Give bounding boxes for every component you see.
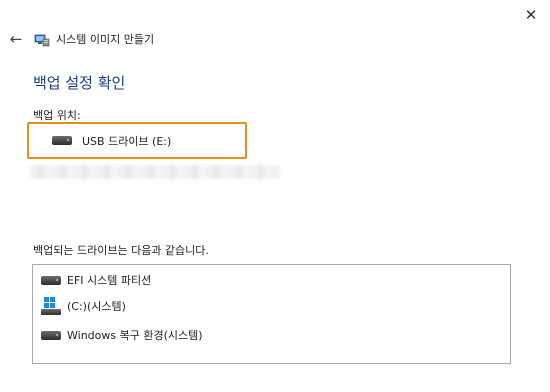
back-button[interactable]: ← <box>2 26 30 52</box>
drives-list-label: 백업되는 드라이브는 다음과 같습니다. <box>33 244 209 257</box>
list-item[interactable]: Windows 복구 환경(시스템) <box>41 325 203 345</box>
drive-icon <box>41 330 61 340</box>
close-button[interactable]: ✕ <box>518 4 544 26</box>
list-item[interactable]: (C:)(시스템) <box>41 296 126 316</box>
close-icon: ✕ <box>524 6 538 24</box>
system-image-app-icon <box>34 34 50 47</box>
list-item-label: EFI 시스템 파티션 <box>67 274 152 287</box>
backup-location-value: USB 드라이브 (E:) <box>82 134 172 148</box>
windows-drive-icon <box>41 297 61 315</box>
drives-list[interactable]: EFI 시스템 파티션 (C:)(시스템) Windows 복구 환경(시스템) <box>32 264 511 364</box>
title-bar: ← 시스템 이미지 만들기 <box>0 26 550 52</box>
backup-location-box: USB 드라이브 (E:) <box>27 122 247 159</box>
blurred-info-text <box>30 165 280 179</box>
drive-icon <box>41 275 61 285</box>
back-arrow-icon: ← <box>9 30 23 48</box>
backup-location-label: 백업 위치: <box>33 109 81 122</box>
list-item-label: Windows 복구 환경(시스템) <box>67 329 203 342</box>
window-title: 시스템 이미지 만들기 <box>56 33 155 46</box>
usb-drive-icon <box>52 136 72 145</box>
list-item[interactable]: EFI 시스템 파티션 <box>41 270 151 290</box>
page-heading: 백업 설정 확인 <box>33 74 126 92</box>
system-image-window: ✕ ← 시스템 이미지 만들기 백업 설정 확인 백업 위치: USB 드라이브… <box>0 0 550 392</box>
list-item-label: (C:)(시스템) <box>67 300 126 313</box>
